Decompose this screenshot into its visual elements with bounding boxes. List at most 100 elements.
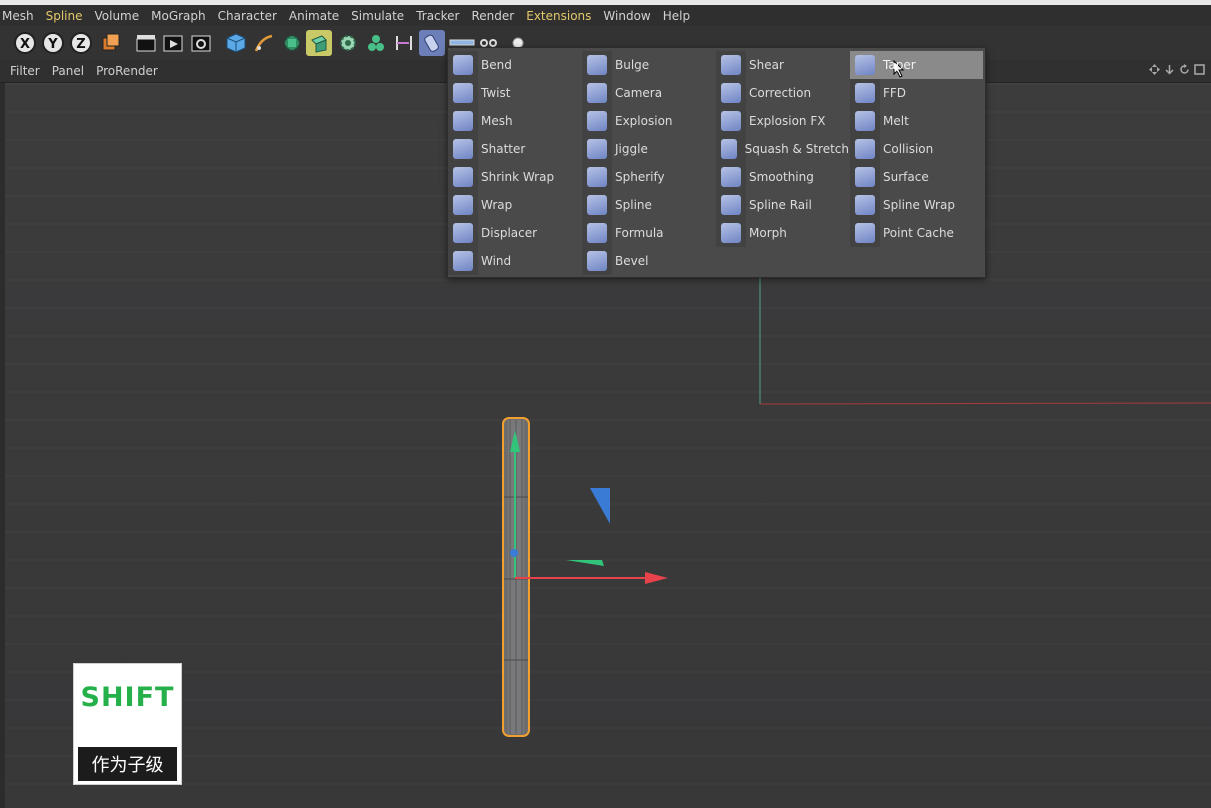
deformer-item-taper[interactable]: Taper — [850, 51, 983, 79]
deformer-item-spherify[interactable]: Spherify — [582, 163, 715, 191]
deformer-item-ffd[interactable]: FFD — [850, 79, 983, 107]
jiggle-icon — [587, 139, 607, 159]
deformer-item-explosion-fx[interactable]: Explosion FX — [716, 107, 849, 135]
shortcut-caption: 作为子级 — [78, 747, 177, 781]
twist-icon — [453, 83, 473, 103]
deformer-item-correction[interactable]: Correction — [716, 79, 849, 107]
shear-icon — [721, 55, 741, 75]
collision-icon — [855, 139, 875, 159]
deformer-item-label: Twist — [481, 86, 511, 100]
deformer-item-label: Explosion FX — [749, 114, 826, 128]
deformer-item-shatter[interactable]: Shatter — [448, 135, 581, 163]
shortcut-overlay-card: SHIFT 作为子级 — [73, 663, 182, 785]
deformer-item-bulge[interactable]: Bulge — [582, 51, 715, 79]
point-cache-icon — [855, 223, 875, 243]
deformer-item-smoothing[interactable]: Smoothing — [716, 163, 849, 191]
deformer-item-mesh[interactable]: Mesh — [448, 107, 581, 135]
formula-icon — [587, 223, 607, 243]
deformer-item-label: Spline — [615, 198, 652, 212]
deformer-item-explosion[interactable]: Explosion — [582, 107, 715, 135]
deformer-item-label: Taper — [883, 58, 916, 72]
deformer-item-label: Spline Wrap — [883, 198, 955, 212]
spline-rail-icon — [721, 195, 741, 215]
deformer-item-label: Mesh — [481, 114, 513, 128]
gizmo-x-arrow-icon[interactable] — [645, 572, 668, 584]
bulge-icon — [587, 55, 607, 75]
deformer-item-spline[interactable]: Spline — [582, 191, 715, 219]
deformer-column-2: Bulge Camera Explosion Jiggle Spherify Spline… — [582, 51, 715, 275]
squash-stretch-icon — [721, 139, 737, 159]
spline-wrap-icon — [855, 195, 875, 215]
correction-icon — [721, 83, 741, 103]
deformer-item-twist[interactable]: Twist — [448, 79, 581, 107]
deformer-item-wind[interactable]: Wind — [448, 247, 581, 275]
deformer-column-4: Taper FFD Melt Collision Surface Spline Wrap P… — [850, 51, 983, 247]
camera-icon — [587, 83, 607, 103]
deformer-item-wrap[interactable]: Wrap — [448, 191, 581, 219]
deformer-item-melt[interactable]: Melt — [850, 107, 983, 135]
deformer-item-formula[interactable]: Formula — [582, 219, 715, 247]
deformer-item-point-cache[interactable]: Point Cache — [850, 219, 983, 247]
ffd-icon — [855, 83, 875, 103]
deformer-item-label: Bulge — [615, 58, 650, 72]
spline-icon — [587, 195, 607, 215]
deformer-item-label: Correction — [749, 86, 812, 100]
deformer-column-3: Shear Correction Explosion FX Squash & Stre… — [716, 51, 849, 247]
deformer-item-label: Jiggle — [615, 142, 648, 156]
deformer-item-jiggle[interactable]: Jiggle — [582, 135, 715, 163]
deformer-item-label: Wind — [481, 254, 512, 268]
deformer-item-label: Collision — [883, 142, 934, 156]
taper-icon — [855, 55, 875, 75]
deformer-item-surface[interactable]: Surface — [850, 163, 983, 191]
wrap-icon — [453, 195, 473, 215]
deformer-item-label: Morph — [749, 226, 787, 240]
deformer-item-label: Surface — [883, 170, 929, 184]
world-x-axis-line — [759, 402, 1211, 405]
smoothing-icon — [721, 167, 741, 187]
deformer-item-shear[interactable]: Shear — [716, 51, 849, 79]
deformer-item-camera[interactable]: Camera — [582, 79, 715, 107]
wind-icon — [453, 251, 473, 271]
shatter-icon — [453, 139, 473, 159]
deformer-item-collision[interactable]: Collision — [850, 135, 983, 163]
deformer-item-bevel[interactable]: Bevel — [582, 247, 715, 275]
deformer-item-label: Camera — [615, 86, 663, 100]
deformer-item-squash-stretch[interactable]: Squash & Stretch — [716, 135, 849, 163]
gizmo-z-handle[interactable] — [510, 549, 518, 557]
deformer-item-shrink-wrap[interactable]: Shrink Wrap — [448, 163, 581, 191]
move-gizmo[interactable] — [510, 430, 668, 584]
spherify-icon — [587, 167, 607, 187]
deformer-item-label: Spline Rail — [749, 198, 812, 212]
gizmo-xy-plane-handle[interactable] — [590, 488, 610, 524]
explosion-fx-icon — [721, 111, 741, 131]
mesh-deformer-icon — [453, 111, 473, 131]
deformer-item-displacer[interactable]: Displacer — [448, 219, 581, 247]
bend-icon — [453, 55, 473, 75]
deformer-item-label: Bevel — [615, 254, 649, 268]
deformer-item-bend[interactable]: Bend — [448, 51, 581, 79]
explosion-icon — [587, 111, 607, 131]
surface-icon — [855, 167, 875, 187]
melt-icon — [855, 111, 875, 131]
deformer-item-label: Point Cache — [883, 226, 954, 240]
deformer-item-label: Spherify — [615, 170, 665, 184]
deformer-item-spline-rail[interactable]: Spline Rail — [716, 191, 849, 219]
deformer-item-label: Shear — [749, 58, 784, 72]
deformer-item-label: Displacer — [481, 226, 538, 240]
morph-icon — [721, 223, 741, 243]
deformer-item-spline-wrap[interactable]: Spline Wrap — [850, 191, 983, 219]
deformer-item-label: Shrink Wrap — [481, 170, 555, 184]
deformer-item-morph[interactable]: Morph — [716, 219, 849, 247]
deformer-item-label: Formula — [615, 226, 664, 240]
deformer-item-label: Smoothing — [749, 170, 814, 184]
shrink-wrap-icon — [453, 167, 473, 187]
displacer-icon — [453, 223, 473, 243]
deformer-item-label: Bend — [481, 58, 512, 72]
deformer-item-label: Squash & Stretch — [744, 142, 849, 156]
gizmo-xz-plane-handle[interactable] — [566, 560, 604, 566]
shortcut-key-label: SHIFT — [80, 682, 175, 713]
deformer-column-1: Bend Twist Mesh Shatter Shrink Wrap Wrap Displ… — [448, 51, 581, 275]
deformer-item-label: Shatter — [481, 142, 526, 156]
deformer-item-label: Explosion — [615, 114, 673, 128]
deformer-dropdown-menu: Bend Twist Mesh Shatter Shrink Wrap Wrap Displ… — [447, 47, 986, 278]
